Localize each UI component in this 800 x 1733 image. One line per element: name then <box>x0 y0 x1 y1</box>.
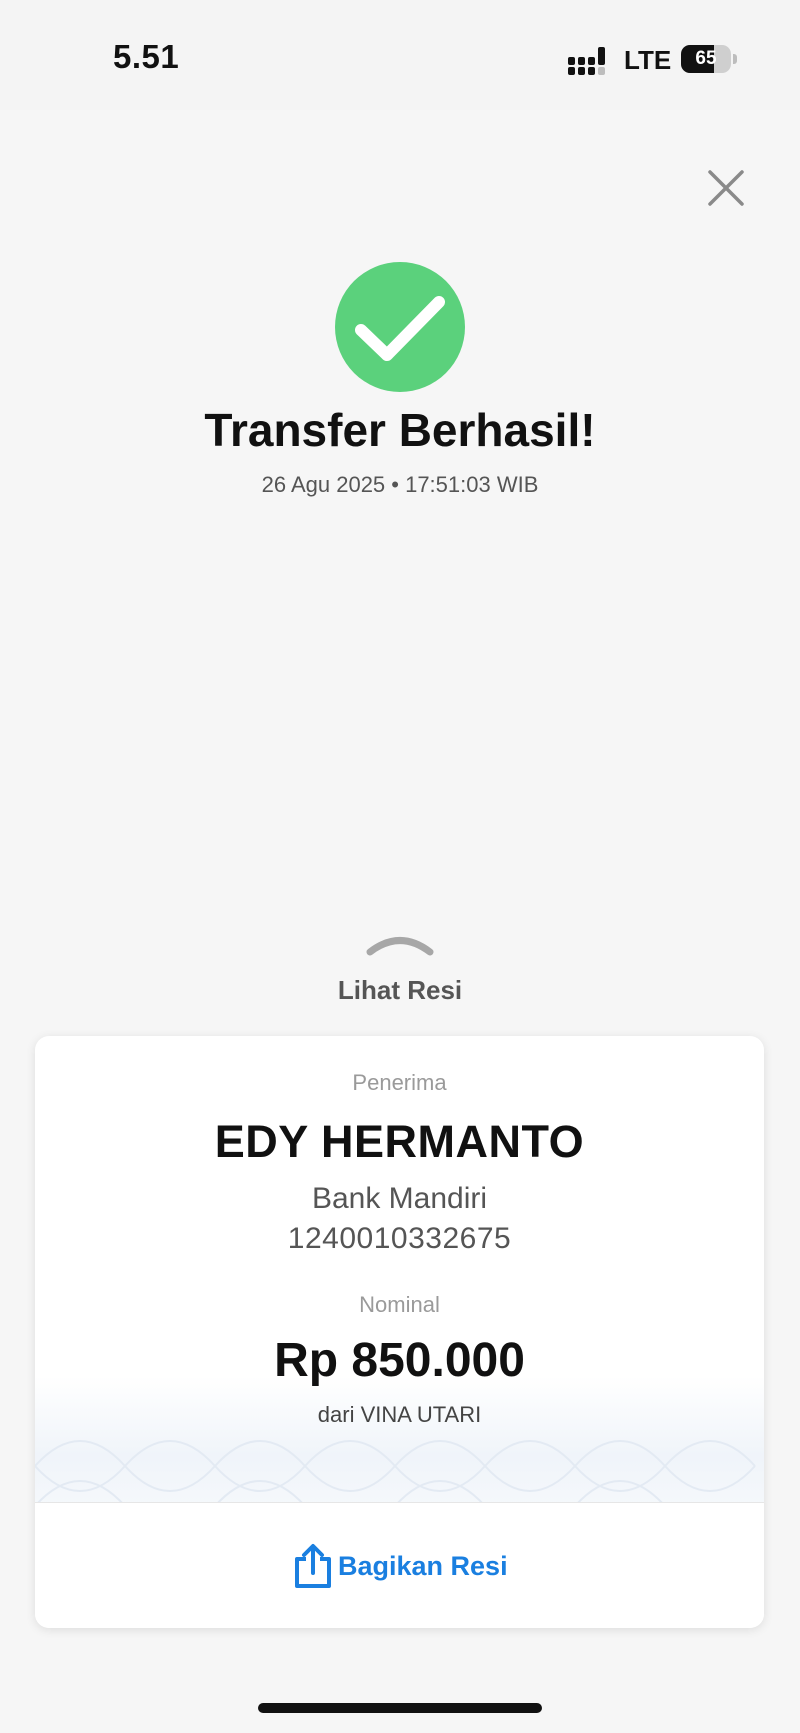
share-receipt-button[interactable]: Bagikan Resi <box>35 1503 764 1628</box>
recipient-name: EDY HERMANTO <box>214 1116 585 1167</box>
receipt-card: Penerima EDY HERMANTO Bank Mandiri 12400… <box>35 1036 764 1628</box>
checkmark-icon <box>355 296 445 361</box>
transfer-amount: Rp 850.000 <box>274 1334 525 1387</box>
view-receipt-toggle[interactable]: Lihat Resi <box>300 925 500 1015</box>
network-type: LTE <box>624 45 672 75</box>
transaction-datetime: 26 Agu 2025 • 17:51:03 WIB <box>261 472 539 497</box>
recipient-account-number: 1240010332675 <box>287 1222 512 1255</box>
recipient-bank: Bank Mandiri <box>311 1182 488 1215</box>
success-title: Transfer Berhasil! <box>204 404 596 456</box>
home-indicator <box>258 1703 542 1713</box>
status-time: 5.51 <box>113 38 180 75</box>
transfer-success-screen: 5.51 LTE 65 Transfer Berhasil! 26 Agu 20… <box>0 0 800 1733</box>
sender-info: dari VINA UTARI <box>317 1402 482 1427</box>
view-receipt-label: Lihat Resi <box>337 975 463 1005</box>
close-icon[interactable] <box>706 168 746 208</box>
chevron-up-icon <box>366 937 434 956</box>
status-bar: 5.51 LTE 65 <box>0 0 800 110</box>
battery-level: 65 <box>695 48 717 69</box>
amount-label: Nominal <box>359 1292 440 1317</box>
signal-icon <box>568 47 605 75</box>
share-icon <box>295 1544 331 1588</box>
recipient-label: Penerima <box>352 1070 447 1095</box>
share-receipt-label: Bagikan Resi <box>338 1551 508 1581</box>
battery-icon: 65 <box>681 45 737 73</box>
checkmark-circle-icon <box>335 262 465 392</box>
